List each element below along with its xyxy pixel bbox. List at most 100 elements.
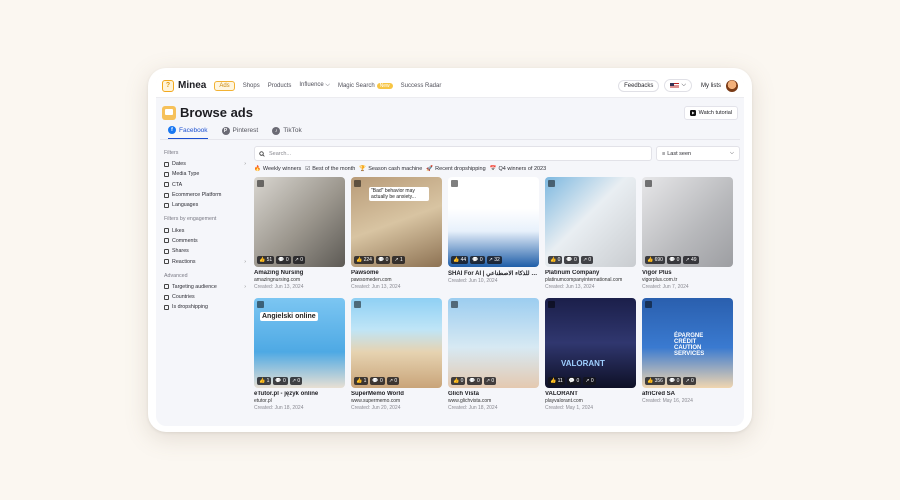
ad-card[interactable]: VALORANT 👍 11 💬 0 ↗ 0 VALORANT playvalorant.c… (545, 298, 636, 411)
sidebar-item-likes[interactable]: Likes (164, 225, 252, 235)
top-navigation-bar: ? Minea Ads Shops Products Influence ⌵ M… (156, 74, 744, 98)
ad-name[interactable]: eTutor.pl - język online (254, 391, 345, 397)
chip-recent-dropshipping[interactable]: 🚀 Recent dropshipping (426, 166, 485, 172)
ad-domain[interactable]: platinumcompanyinternational.com (545, 277, 636, 283)
sidebar-item-media-type[interactable]: Media Type (164, 169, 252, 179)
language-selector[interactable]: ⌵ (664, 79, 692, 92)
nav-products[interactable]: Products (268, 83, 292, 89)
tab-facebook[interactable]: f Facebook (168, 126, 208, 139)
comments-value: 0 (380, 378, 383, 384)
chip-q4-winners-of-2023[interactable]: 📅 Q4 winners of 2023 (490, 166, 547, 172)
ad-domain[interactable]: playvalorant.com (545, 398, 636, 404)
sidebar-item-ecommerce-platform[interactable]: Ecommerce Platform (164, 190, 252, 200)
sidebar-item-dates[interactable]: Dates › (164, 159, 252, 169)
shares-icon: ↗ (394, 257, 399, 263)
likes-count: 👍 11 (548, 377, 565, 385)
engagement-section-title: Filters by engagement (164, 216, 217, 223)
ad-name[interactable]: Vigor Plus (642, 270, 733, 276)
ad-domain[interactable]: www.glichvista.com (448, 398, 539, 404)
ad-card[interactable]: 👍 0 💬 0 ↗ 0 Platinum Company platinumcompany… (545, 177, 636, 290)
likes-icon: 👍 (647, 257, 654, 263)
ad-thumbnail[interactable]: 👍 0 💬 0 ↗ 0 (448, 298, 539, 388)
likes-count: 👍 51 (257, 256, 275, 264)
tab-label: Facebook (179, 126, 208, 134)
minea-logo-icon: ? (162, 79, 174, 92)
filter-icon (164, 248, 169, 254)
ad-card[interactable]: 👍 44 💬 0 ↗ 32 SHAI For AI | شاي للذكاء الاص… (448, 177, 539, 290)
comments-icon: 💬 (566, 257, 573, 263)
nav-shops[interactable]: Shops (243, 83, 260, 89)
sidebar-item-comments[interactable]: Comments (164, 236, 252, 246)
ad-card[interactable]: "Bad" behavior may actually be anxiety..… (351, 177, 442, 290)
ad-name[interactable]: Amazing Nursing (254, 270, 345, 276)
nav-influence[interactable]: Influence ⌵ (299, 82, 330, 89)
sidebar-item-cta[interactable]: CTA (164, 180, 252, 190)
ad-name[interactable]: SHAI For AI | شاي للذكاء الاصطناعي (448, 270, 539, 277)
sidebar-item-is-dropshipping[interactable]: Is dropshipping (164, 302, 252, 312)
ad-card[interactable]: 👍 51 💬 0 ↗ 0 Amazing Nursing amazingnursing.… (254, 177, 345, 290)
ad-name[interactable]: VALORANT (545, 391, 636, 397)
filter-icon (164, 294, 169, 300)
sidebar-item-targeting-audience[interactable]: Targeting audience › (164, 282, 252, 292)
user-avatar[interactable] (726, 79, 738, 92)
sidebar-item-languages[interactable]: Languages (164, 200, 252, 210)
comments-count: 💬 0 (276, 256, 291, 264)
sidebar-item-countries[interactable]: Countries (164, 292, 252, 302)
likes-count: 👍 356 (645, 377, 665, 385)
chevron-right-icon: › (244, 258, 246, 265)
sidebar-item-label: Shares (172, 248, 189, 255)
ad-name[interactable]: Glich Vista (448, 391, 539, 397)
ad-card[interactable]: ÉPARGNE CRÉDIT CAUTION SERVICES 👍 356 💬 0 ↗… (642, 298, 733, 411)
brand-logo[interactable]: ? Minea (162, 79, 206, 92)
sidebar-item-shares[interactable]: Shares (164, 246, 252, 256)
ad-thumbnail[interactable]: "Bad" behavior may actually be anxiety..… (351, 177, 442, 267)
ad-thumbnail[interactable]: Angielski online 👍 1 💬 0 ↗ 0 (254, 298, 345, 388)
ad-thumbnail[interactable]: ÉPARGNE CRÉDIT CAUTION SERVICES 👍 356 💬 0 ↗… (642, 298, 733, 388)
shares-count: ↗ 32 (486, 256, 502, 264)
ad-domain[interactable]: www.supermemo.com (351, 398, 442, 404)
ad-domain[interactable]: amazingnursing.com (254, 277, 345, 283)
engagement-stats: 👍 51 💬 0 ↗ 0 (257, 256, 305, 264)
ad-created-date: Created: May 1, 2024 (545, 405, 594, 411)
ad-thumbnail[interactable]: 👍 44 💬 0 ↗ 32 (448, 177, 539, 267)
ad-thumbnail[interactable]: 👍 1 💬 0 ↗ 0 (351, 298, 442, 388)
nav-magic-search[interactable]: Magic Search New (338, 82, 393, 89)
ad-card[interactable]: 👍 690 💬 0 ↗ 49 Vigor Plus vigorplus.com.tr Cr… (642, 177, 733, 290)
shares-value: 0 (590, 378, 594, 384)
likes-value: 690 (654, 257, 663, 263)
ad-card[interactable]: 👍 1 💬 0 ↗ 0 SuperMemo World www.supermemo.co… (351, 298, 442, 411)
sort-select[interactable]: ≡ Last seen ⌵ (656, 146, 740, 161)
ad-domain[interactable]: vigorplus.com.tr (642, 277, 733, 283)
ad-name[interactable]: Platinum Company (545, 270, 636, 276)
ad-domain[interactable]: etutor.pl (254, 398, 345, 404)
tab-tiktok[interactable]: ♪ TikTok (272, 126, 302, 139)
ad-name[interactable]: Pawsome (351, 270, 442, 276)
engagement-stats: 👍 356 💬 0 ↗ 0 (645, 377, 696, 385)
feedbacks-button[interactable]: Feedbacks (618, 79, 660, 92)
ad-name[interactable]: afriCred SA (642, 391, 733, 397)
ads-main: Search... ≡ Last seen ⌵ 🔥 Weekly winners ☑… (252, 146, 740, 411)
sidebar-item-reactions[interactable]: Reactions › (164, 256, 252, 266)
my-lists-link[interactable]: My lists (701, 83, 721, 89)
ad-thumbnail[interactable]: 👍 690 💬 0 ↗ 49 (642, 177, 733, 267)
ad-thumbnail[interactable]: 👍 51 💬 0 ↗ 0 (254, 177, 345, 267)
ad-thumbnail[interactable]: 👍 0 💬 0 ↗ 0 (545, 177, 636, 267)
shares-icon: ↗ (685, 257, 690, 263)
sidebar-item-label: Is dropshipping (172, 304, 208, 311)
comments-value: 0 (283, 378, 286, 384)
comments-icon: 💬 (372, 378, 379, 384)
play-icon (689, 109, 696, 116)
chip-season-cash-machine[interactable]: 🏆 Season cash machine (359, 166, 422, 172)
nav-success-radar[interactable]: Success Radar (401, 83, 442, 89)
ad-name[interactable]: SuperMemo World (351, 391, 442, 397)
tab-pinterest[interactable]: P Pinterest (221, 126, 258, 139)
ad-thumbnail[interactable]: VALORANT 👍 11 💬 0 ↗ 0 (545, 298, 636, 388)
search-input[interactable]: Search... (254, 146, 652, 161)
watch-tutorial-button[interactable]: Watch tutorial (683, 105, 738, 120)
chip-best-of-the-month[interactable]: ☑ Best of the month (305, 166, 355, 172)
ad-card[interactable]: Angielski online 👍 1 💬 0 ↗ 0 eTutor.pl - jęz… (254, 298, 345, 411)
ad-card[interactable]: 👍 0 💬 0 ↗ 0 Glich Vista www.glichvista.com Cr… (448, 298, 539, 411)
chip-weekly-winners[interactable]: 🔥 Weekly winners (254, 166, 301, 172)
ad-domain[interactable]: pawsomeden.com (351, 277, 442, 283)
nav-ads[interactable]: Ads (214, 80, 235, 91)
